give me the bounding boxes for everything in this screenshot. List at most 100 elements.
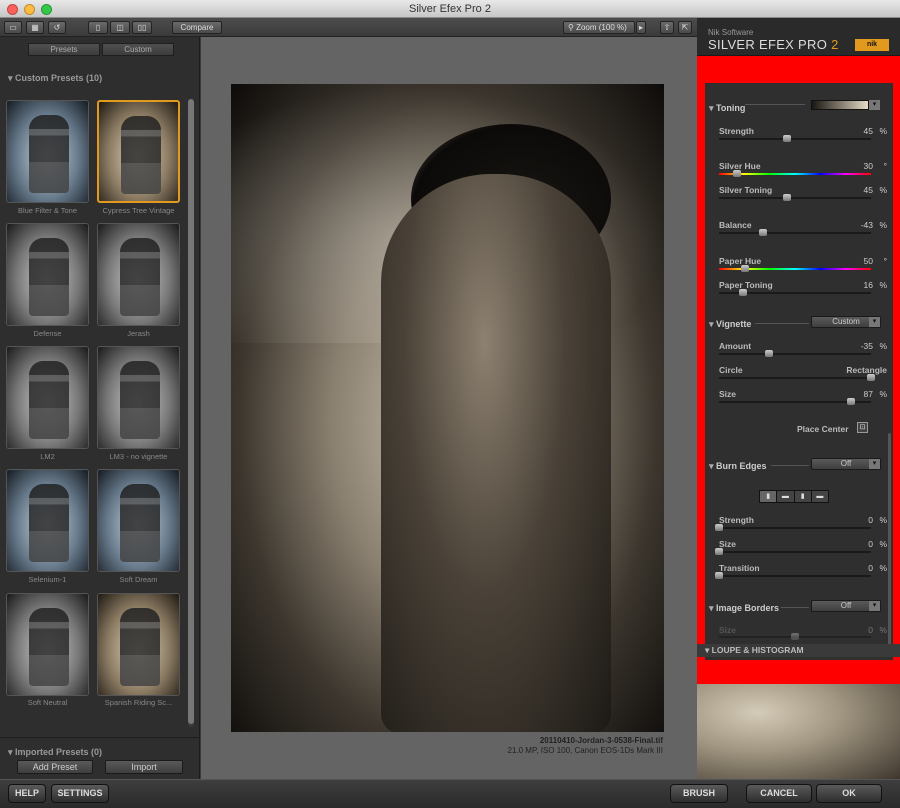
image-borders-header[interactable]: Image Borders	[709, 603, 779, 614]
brush-button[interactable]: BRUSH	[670, 784, 728, 803]
strength-value[interactable]: 45	[864, 126, 873, 136]
ok-button[interactable]: OK	[816, 784, 882, 803]
transition-value[interactable]: 0	[868, 563, 873, 573]
slider-handle[interactable]	[867, 374, 875, 381]
burn-edges-header[interactable]: Burn Edges	[709, 461, 767, 472]
paper-toning-value[interactable]: 16	[864, 280, 873, 290]
toning-preview-swatch[interactable]	[811, 100, 869, 110]
tab-presets[interactable]: Presets	[28, 43, 100, 56]
custom-presets-header[interactable]: ▾ Custom Presets (10)	[8, 73, 102, 84]
preset-thumbnail[interactable]	[6, 346, 89, 449]
chevron-down-icon[interactable]: ▾	[869, 100, 880, 110]
edge-right-icon[interactable]: ▮	[795, 491, 812, 502]
zoom-window-icon[interactable]	[41, 4, 52, 15]
slider-handle[interactable]	[783, 194, 792, 201]
size-unit: %	[879, 389, 887, 399]
view-split-icon[interactable]: ◫	[110, 21, 130, 34]
balance-value[interactable]: -43	[861, 220, 873, 230]
panel-scrollbar[interactable]	[888, 433, 891, 653]
slider-handle[interactable]	[783, 135, 792, 142]
cancel-button[interactable]: CANCEL	[746, 784, 812, 803]
transition-slider[interactable]	[715, 572, 871, 579]
view-single-icon[interactable]: ▯	[88, 21, 108, 34]
preset-thumbnail[interactable]	[97, 346, 180, 449]
preset-thumbnail[interactable]	[97, 593, 180, 696]
import-button[interactable]: Import	[105, 760, 183, 774]
preview-image[interactable]	[231, 84, 664, 732]
preset-image	[120, 484, 160, 562]
paper-hue-slider[interactable]	[719, 265, 871, 272]
image-canvas[interactable]: 20110410-Jordan-3-0538-Final.tif 21.0 MP…	[201, 37, 697, 779]
preset-thumbnail[interactable]	[6, 100, 89, 203]
strength-slider[interactable]	[719, 135, 871, 142]
burn-size-slider[interactable]	[715, 548, 871, 555]
burn-strength-value[interactable]: 0	[868, 515, 873, 525]
compare-button[interactable]: Compare	[172, 21, 222, 34]
tab-custom[interactable]: Custom	[102, 43, 174, 56]
slider-handle[interactable]	[847, 398, 856, 405]
help-button[interactable]: HELP	[8, 784, 46, 803]
preset-scrollbar[interactable]	[188, 99, 194, 727]
size-slider[interactable]	[719, 398, 871, 405]
image-borders-dropdown[interactable]: Off ▾	[811, 600, 881, 612]
silver-toning-value[interactable]: 45	[864, 185, 873, 195]
paper-toning-slider[interactable]	[719, 289, 871, 296]
scrollbar-thumb[interactable]	[188, 99, 194, 724]
add-preset-button[interactable]: Add Preset	[17, 760, 93, 774]
divider	[771, 465, 809, 466]
minimize-window-icon[interactable]	[24, 4, 35, 15]
amount-slider[interactable]	[719, 350, 871, 357]
slider-handle[interactable]	[759, 229, 768, 236]
place-center-button[interactable]: ⊡	[857, 422, 868, 433]
divider	[745, 104, 805, 105]
preset-thumbnail[interactable]	[6, 469, 89, 572]
edge-top-icon[interactable]: ▬	[777, 491, 795, 502]
slider-handle[interactable]	[739, 289, 748, 296]
grid-view-icon[interactable]: ▦	[26, 21, 44, 34]
silver-hue-value[interactable]: 30	[864, 161, 873, 171]
strength-unit: %	[879, 126, 887, 136]
slider-handle[interactable]	[733, 170, 742, 177]
border-size-value: 0	[868, 625, 873, 635]
preset-thumbnail[interactable]	[6, 223, 89, 326]
settings-button[interactable]: SETTINGS	[51, 784, 109, 803]
nik-logo: nik	[855, 39, 889, 51]
paper-hue-unit: °	[883, 256, 887, 266]
burn-strength-slider[interactable]	[715, 524, 871, 531]
preset-thumbnail-selected[interactable]	[97, 100, 180, 203]
balance-slider[interactable]	[719, 229, 871, 236]
preset-thumbnail[interactable]	[97, 223, 180, 326]
burn-edges-dropdown[interactable]: Off ▾	[811, 458, 881, 470]
preset-thumbnail[interactable]	[97, 469, 180, 572]
edge-left-icon[interactable]: ▮	[760, 491, 778, 502]
imported-presets-header[interactable]: ▾ Imported Presets (0)	[8, 747, 102, 758]
adjustments-panel: Nik Software SILVER EFEX PRO 2 nik Tonin…	[697, 18, 900, 779]
paper-hue-value[interactable]: 50	[864, 256, 873, 266]
loupe-preview[interactable]	[697, 684, 900, 779]
edge-bottom-icon[interactable]: ▬	[812, 491, 828, 502]
slider-handle[interactable]	[740, 265, 749, 272]
burn-size-value[interactable]: 0	[868, 539, 873, 549]
amount-value[interactable]: -35	[861, 341, 873, 351]
view-side-by-side-icon[interactable]: ▯▯	[132, 21, 152, 34]
size-value[interactable]: 87	[864, 389, 873, 399]
silver-hue-slider[interactable]	[719, 170, 871, 177]
slider-handle[interactable]	[765, 350, 774, 357]
slider-handle[interactable]	[715, 572, 723, 579]
zoom-arrow-icon[interactable]: ▸	[636, 21, 646, 34]
vignette-dropdown[interactable]: Custom ▾	[811, 316, 881, 328]
zoom-dropdown[interactable]: ⚲ Zoom (100 %)	[563, 21, 635, 34]
single-view-icon[interactable]: ▭	[4, 21, 22, 34]
upload-icon[interactable]: ⇧	[660, 21, 674, 34]
vignette-header[interactable]: Vignette	[709, 319, 751, 330]
loupe-histogram-header[interactable]: ▾ LOUPE & HISTOGRAM	[697, 644, 900, 657]
history-icon[interactable]: ↺	[48, 21, 66, 34]
silver-toning-slider[interactable]	[719, 194, 871, 201]
slider-handle[interactable]	[715, 548, 723, 555]
slider-handle[interactable]	[715, 524, 723, 531]
close-window-icon[interactable]	[7, 4, 18, 15]
shape-slider[interactable]	[719, 374, 875, 381]
exit-fullscreen-icon[interactable]: ⇱	[678, 21, 692, 34]
toning-header[interactable]: Toning	[709, 103, 745, 114]
preset-thumbnail[interactable]	[6, 593, 89, 696]
